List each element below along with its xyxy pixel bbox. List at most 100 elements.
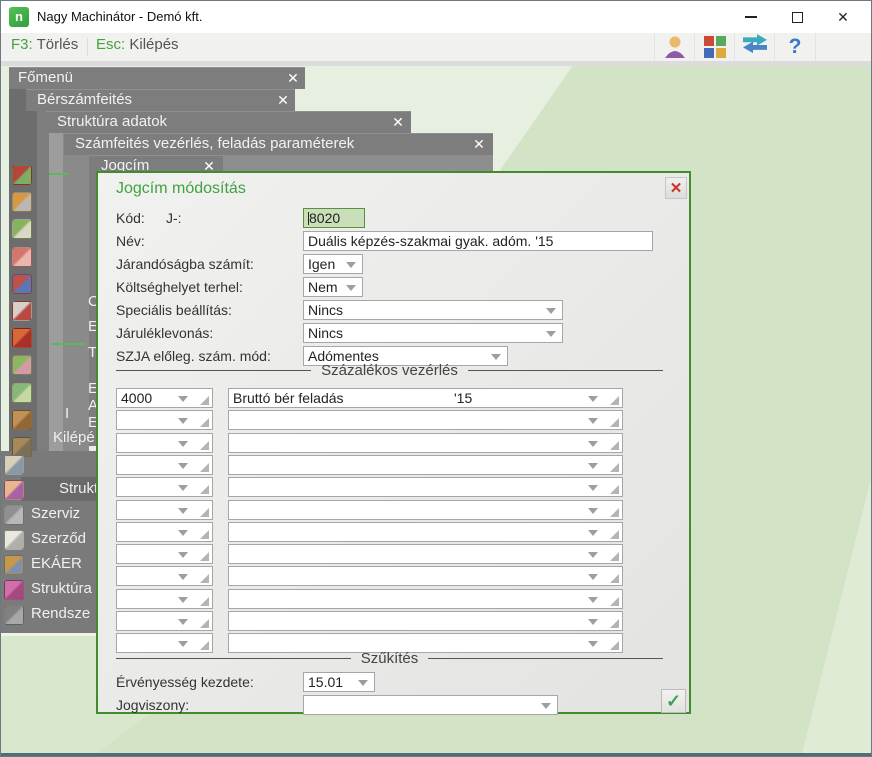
szamfeites-close-icon[interactable]: ✕ — [469, 133, 489, 155]
chevron-down-icon — [588, 530, 598, 536]
sidebar-menu-item[interactable]: Szerződ — [1, 528, 96, 552]
chevron-down-icon — [588, 552, 598, 558]
percent-code-dropdown[interactable] — [116, 589, 213, 609]
red-book-icon[interactable] — [12, 328, 32, 348]
modules-button[interactable] — [694, 33, 735, 61]
sidebar-menu-item[interactable]: EKÁER — [1, 553, 96, 577]
jarulek-value: Nincs — [308, 325, 344, 341]
percent-code-dropdown[interactable] — [116, 500, 213, 520]
help-button[interactable]: ? — [774, 33, 816, 61]
chevron-down-icon — [546, 308, 556, 314]
dialog-close-button[interactable]: ✕ — [665, 177, 687, 199]
percent-code-dropdown[interactable] — [116, 544, 213, 564]
jarulek-dropdown[interactable]: Nincs — [303, 323, 563, 343]
sidebar-menu-item[interactable] — [1, 453, 96, 477]
percent-name-dropdown[interactable] — [228, 611, 623, 631]
user-button[interactable] — [654, 33, 695, 61]
minimize-icon — [745, 16, 757, 18]
percent-name-dropdown[interactable] — [228, 522, 623, 542]
window-fomenu-titlebar[interactable]: Főmenü ✕ — [9, 67, 305, 89]
window-berszamfeites-titlebar[interactable]: Bérszámfeités ✕ — [26, 89, 295, 111]
transfer-button[interactable] — [734, 33, 775, 61]
percent-code-dropdown[interactable] — [116, 410, 213, 430]
modules-icon — [704, 36, 726, 58]
window-titlebar[interactable]: n Nagy Machinátor - Demó kft. ✕ — [1, 1, 871, 33]
percent-name-dropdown[interactable] — [228, 477, 623, 497]
berszamfeites-close-icon[interactable]: ✕ — [273, 89, 293, 111]
percent-name-dropdown[interactable] — [228, 500, 623, 520]
percent-name-dropdown[interactable] — [228, 566, 623, 586]
minimize-button[interactable] — [728, 1, 774, 33]
money-stack-icon[interactable] — [12, 219, 32, 239]
pink-cube-icon — [4, 580, 24, 600]
jarandosagba-dropdown[interactable]: Igen — [303, 254, 363, 274]
sidebar-menu-item[interactable]: Strukt — [1, 478, 96, 502]
package-icon[interactable] — [12, 410, 32, 430]
mail-box-icon[interactable] — [12, 301, 32, 321]
menu-text-fragment: A — [88, 397, 96, 415]
percent-name-dropdown[interactable] — [228, 544, 623, 564]
cart-icon[interactable] — [12, 192, 32, 212]
chevron-down-icon — [358, 680, 368, 686]
sidebar-menu-item[interactable]: Rendsze — [1, 603, 96, 627]
shortcut-delete-key: F3: — [11, 36, 33, 53]
percent-code-dropdown[interactable] — [116, 455, 213, 475]
percent-name-dropdown[interactable] — [228, 410, 623, 430]
percent-code-dropdown[interactable]: 4000 — [116, 388, 213, 408]
maximize-button[interactable] — [774, 1, 820, 33]
berszamfeites-title: Bérszámfeités — [37, 91, 133, 108]
percent-name-dropdown[interactable] — [228, 455, 623, 475]
struktura-adatok-close-icon[interactable]: ✕ — [388, 111, 408, 133]
menu-text-fragment: E — [88, 380, 96, 398]
menu-separator-fragment — [51, 343, 85, 345]
percent-code-dropdown[interactable] — [116, 611, 213, 631]
window-szamfeites-titlebar[interactable]: Számfeités vezérlés, feladás paraméterek… — [64, 133, 493, 155]
percent-code-dropdown[interactable] — [116, 477, 213, 497]
fomenu-title: Főmenü — [18, 69, 74, 86]
chevron-down-icon — [346, 285, 356, 291]
specialis-dropdown[interactable]: Nincs — [303, 300, 563, 320]
color-cube-icon[interactable] — [12, 274, 32, 294]
kod-label: Kód: — [116, 210, 145, 226]
szukites-separator: Szűkítés — [116, 650, 663, 667]
sidebar-menu-item[interactable]: Szerviz — [1, 503, 96, 527]
kod-input[interactable]: 8020 — [303, 208, 365, 228]
menu-text-fragment: C — [88, 293, 96, 311]
window-struktura-adatok-titlebar[interactable]: Struktúra adatok ✕ — [46, 111, 411, 133]
percent-name-dropdown[interactable]: Bruttó bér feladás '15 — [228, 388, 623, 408]
basket-icon[interactable] — [12, 165, 32, 185]
banknote-icon[interactable] — [12, 383, 32, 403]
ervenyesseg-dropdown[interactable]: 15.01 — [303, 672, 375, 692]
jogviszony-dropdown[interactable] — [303, 695, 558, 715]
corner-handle-icon — [610, 463, 619, 472]
shortcut-exit[interactable]: Esc: Kilépés — [96, 36, 179, 58]
shortcut-exit-key: Esc: — [96, 36, 126, 53]
nev-input[interactable]: Duális képzés-szakmai gyak. adóm. '15 — [303, 231, 653, 251]
percent-name-dropdown[interactable] — [228, 433, 623, 453]
corner-handle-icon — [200, 597, 209, 606]
tape-roll-icon[interactable] — [12, 247, 32, 267]
koltseghelyet-dropdown[interactable]: Nem — [303, 277, 363, 297]
sidebar-menu-item[interactable]: Struktúra — [1, 578, 96, 602]
window-close-button[interactable]: ✕ — [820, 1, 866, 33]
toolbar-divider — [87, 38, 88, 56]
help-icon: ? — [788, 35, 802, 58]
chevron-down-icon — [491, 354, 501, 360]
percent-year-value: '15 — [454, 390, 473, 406]
chevron-down-icon — [541, 703, 551, 709]
tools-icon — [4, 505, 24, 525]
percent-code-dropdown[interactable] — [116, 522, 213, 542]
percent-code-dropdown[interactable] — [116, 566, 213, 586]
jogviszony-label: Jogviszony: — [116, 697, 190, 713]
percent-name-dropdown[interactable] — [228, 589, 623, 609]
fomenu-close-icon[interactable]: ✕ — [283, 67, 303, 89]
bar-chart-icon[interactable] — [12, 355, 32, 375]
corner-handle-icon — [200, 441, 209, 450]
percent-code-dropdown[interactable] — [116, 433, 213, 453]
shortcut-delete[interactable]: F3: Törlés — [11, 36, 78, 58]
chevron-down-icon — [588, 619, 598, 625]
confirm-button[interactable]: ✓ — [661, 689, 686, 713]
jarulek-label: Járuléklevonás: — [116, 325, 214, 341]
gears-icon — [4, 605, 24, 625]
chevron-down-icon — [178, 574, 188, 580]
